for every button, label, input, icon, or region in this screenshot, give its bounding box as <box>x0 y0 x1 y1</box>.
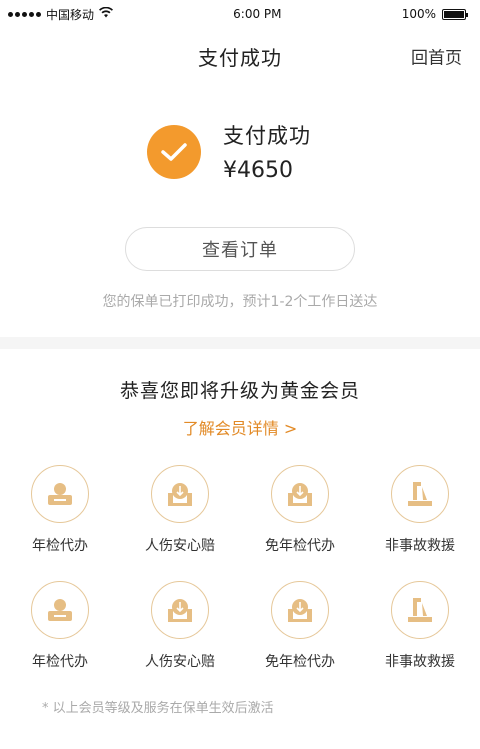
view-order-button[interactable]: 查看订单 <box>125 227 355 271</box>
benefit-item[interactable]: 年检代办 <box>0 581 120 671</box>
page-title: 支付成功 <box>198 45 282 70</box>
benefit-item[interactable]: 人伤安心赔 <box>120 465 240 555</box>
check-icon <box>147 124 201 179</box>
battery-icon <box>442 8 468 20</box>
injury-claim-icon <box>151 465 209 523</box>
member-details-link[interactable]: 了解会员详情 > <box>0 415 480 439</box>
benefit-item[interactable]: 免年检代办 <box>240 465 360 555</box>
status-left: 中国移动 <box>8 6 114 23</box>
upgrade-title: 恭喜您即将升级为黄金会员 <box>119 380 360 402</box>
exemption-icon <box>271 581 329 639</box>
status-right: 100% <box>401 7 468 21</box>
benefit-label: 年检代办 <box>32 654 88 670</box>
benefit-label: 非事故救援 <box>385 538 455 554</box>
battery-percent: 100% <box>401 7 436 21</box>
benefit-label: 免年检代办 <box>265 654 335 670</box>
benefit-label: 人伤安心赔 <box>145 538 215 554</box>
signal-icon <box>8 11 41 17</box>
payment-amount: ¥4650 <box>223 158 293 183</box>
delivery-notice: 您的保单已打印成功，预计1-2个工作日送达 <box>102 294 378 310</box>
benefit-item[interactable]: 人伤安心赔 <box>120 581 240 671</box>
exemption-icon <box>271 465 329 523</box>
benefit-label: 人伤安心赔 <box>145 654 215 670</box>
benefit-item[interactable]: 非事故救援 <box>360 581 480 671</box>
nav-bar: 支付成功 回首页 <box>0 28 480 84</box>
rescue-icon <box>391 581 449 639</box>
status-time: 6:00 PM <box>233 7 282 21</box>
payment-result: 支付成功 ¥4650 <box>0 120 480 183</box>
benefit-label: 免年检代办 <box>265 538 335 554</box>
carrier-label: 中国移动 <box>46 7 95 22</box>
inspection-icon <box>31 465 89 523</box>
status-bar: 中国移动 6:00 PM 100% <box>0 0 480 28</box>
benefit-item[interactable]: 年检代办 <box>0 465 120 555</box>
activation-footnote: * 以上会员等级及服务在保单生效后激活 <box>42 701 274 716</box>
section-divider <box>0 337 480 349</box>
rescue-icon <box>391 465 449 523</box>
button-wrap: 查看订单 <box>0 227 480 271</box>
result-title: 支付成功 <box>223 124 311 148</box>
home-button[interactable]: 回首页 <box>411 44 462 69</box>
benefit-label: 非事故救援 <box>385 654 455 670</box>
result-texts: 支付成功 ¥4650 <box>223 120 311 183</box>
benefits-grid: 年检代办 人伤安心赔 免年检代办 非事故救援 年检代办 人伤安心赔 免年检代办 … <box>0 465 480 671</box>
wifi-icon <box>99 6 114 21</box>
benefit-item[interactable]: 非事故救援 <box>360 465 480 555</box>
injury-claim-icon <box>151 581 209 639</box>
inspection-icon <box>31 581 89 639</box>
benefit-label: 年检代办 <box>32 538 88 554</box>
benefit-item[interactable]: 免年检代办 <box>240 581 360 671</box>
